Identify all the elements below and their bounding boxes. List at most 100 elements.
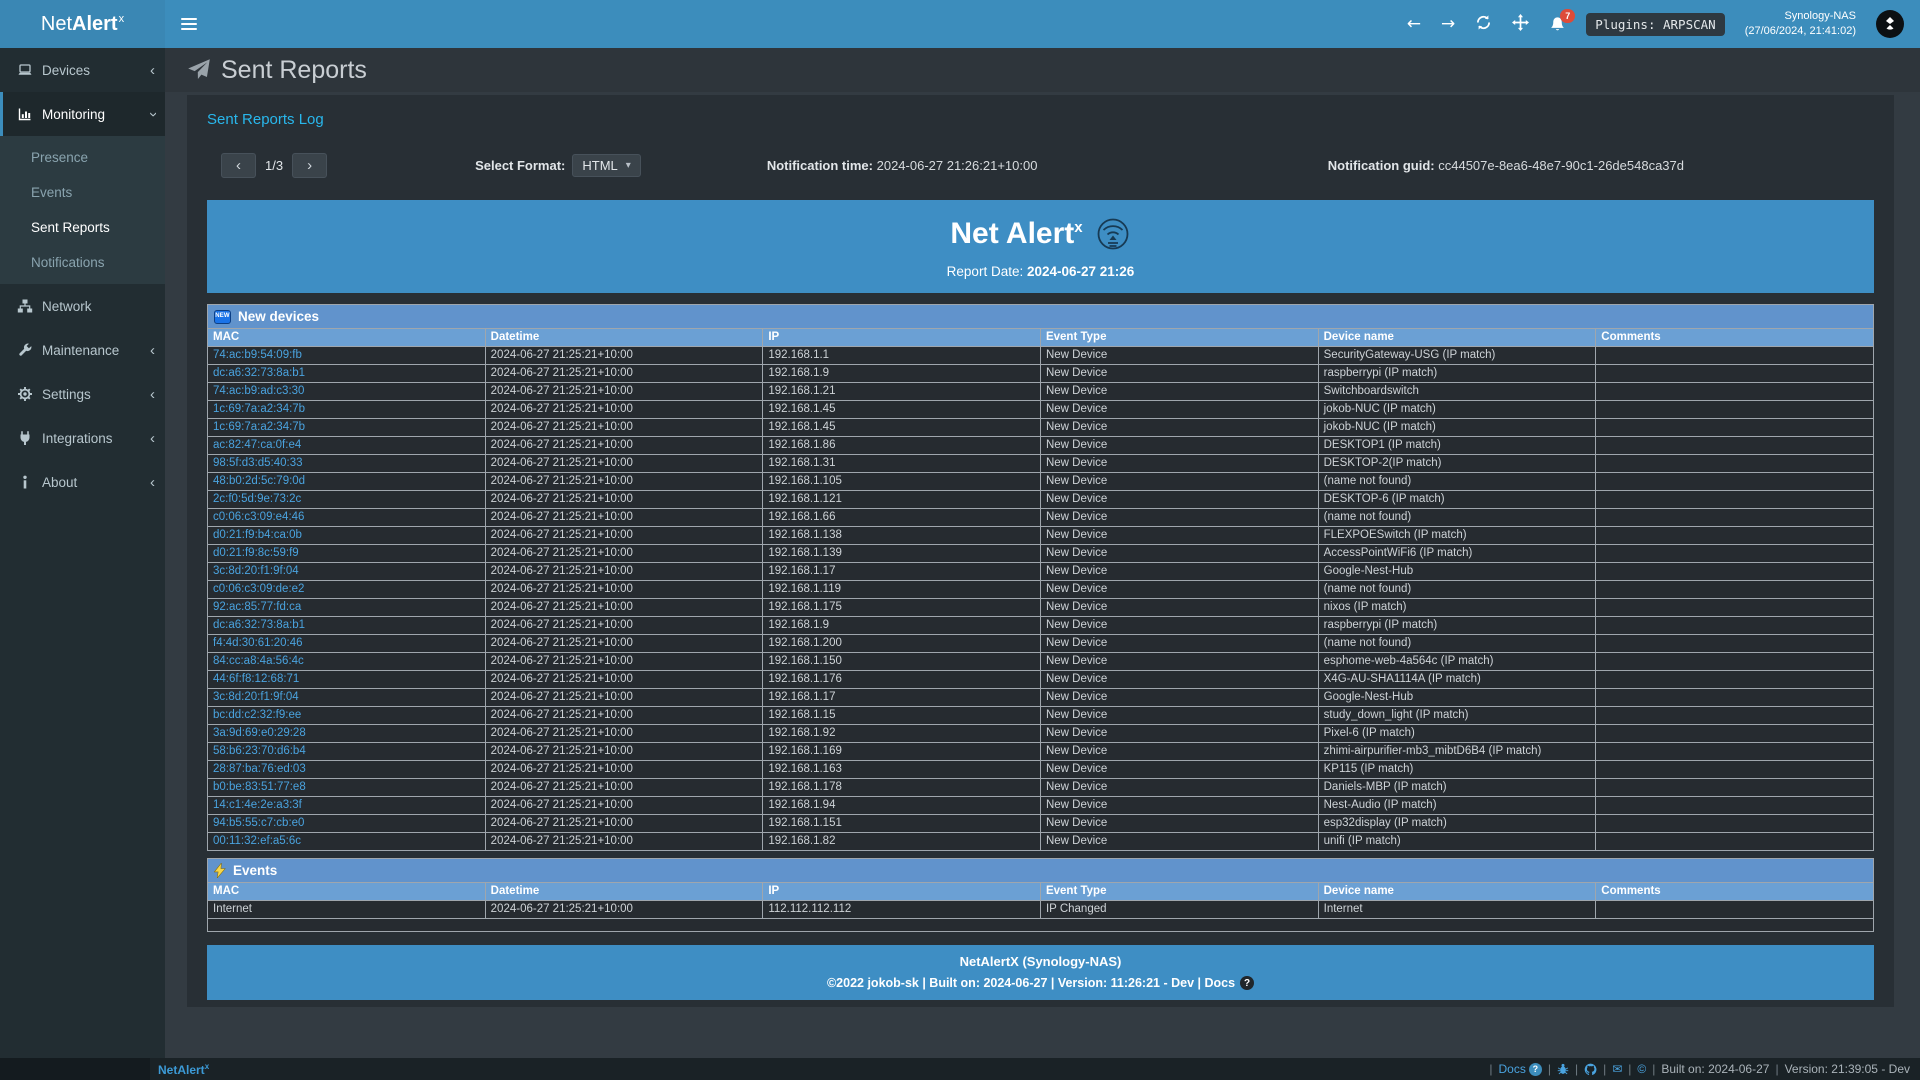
mac-cell: b0:be:83:51:77:e8	[208, 779, 486, 797]
mac-link[interactable]: 98:5f:d3:d5:40:33	[213, 457, 303, 469]
event-type-cell: New Device	[1040, 473, 1318, 491]
events-title: Events	[233, 863, 277, 878]
gear-icon	[15, 386, 35, 402]
mac-cell: c0:06:c3:09:e4:46	[208, 509, 486, 527]
mac-link[interactable]: 3c:8d:20:f1:9f:04	[213, 565, 299, 577]
datetime-cell: 2024-06-27 21:25:21+10:00	[485, 779, 763, 797]
bug-report-link[interactable]	[1557, 1063, 1569, 1075]
sidebar-item-devices[interactable]: Devices ‹	[0, 48, 165, 92]
github-link[interactable]	[1584, 1063, 1597, 1076]
comments-cell	[1596, 419, 1874, 437]
app-logo[interactable]: NetAlertx	[0, 0, 165, 48]
device-name-cell: raspberrypi (IP match)	[1318, 617, 1596, 635]
event-type-cell: New Device	[1040, 365, 1318, 383]
mac-link[interactable]: ac:82:47:ca:0f:e4	[213, 439, 301, 451]
mac-link[interactable]: 1c:69:7a:a2:34:7b	[213, 421, 305, 433]
mac-link[interactable]: c0:06:c3:09:de:e2	[213, 583, 304, 595]
notifications-bell-button[interactable]: 7	[1549, 16, 1566, 33]
plugins-status-pill[interactable]: Plugins: ARPSCAN	[1586, 13, 1724, 36]
sidebar-subitem-sent-reports[interactable]: Sent Reports	[0, 210, 165, 245]
status-bar: NetAlertx | Docs? | | | ✉ | © | Built on…	[0, 1058, 1920, 1080]
ip-cell: 192.168.1.121	[763, 491, 1041, 509]
event-type-cell: New Device	[1040, 725, 1318, 743]
license-link[interactable]: ©	[1637, 1062, 1646, 1076]
device-name-cell: DESKTOP-6 (IP match)	[1318, 491, 1596, 509]
question-circle-icon[interactable]: ?	[1240, 976, 1254, 990]
mac-link[interactable]: 3a:9d:69:e0:29:28	[213, 727, 306, 739]
next-page-button[interactable]: ›	[292, 153, 327, 178]
ip-cell: 192.168.1.92	[763, 725, 1041, 743]
mac-link[interactable]: bc:dd:c2:32:f9:ee	[213, 709, 301, 721]
sidebar-item-network[interactable]: Network	[0, 284, 165, 328]
refresh-icon[interactable]	[1475, 14, 1492, 35]
device-name-cell: jokob-NUC (IP match)	[1318, 401, 1596, 419]
column-header: IP	[763, 883, 1041, 901]
mac-link[interactable]: d0:21:f9:8c:59:f9	[213, 547, 299, 559]
statusbar-brand-link[interactable]: NetAlertx	[158, 1062, 209, 1077]
comments-cell	[1596, 689, 1874, 707]
mac-link[interactable]: 74:ac:b9:54:09:fb	[213, 349, 302, 361]
forward-arrow-icon[interactable]: →	[1441, 16, 1455, 33]
built-on-text: Built on: 2024-06-27	[1661, 1062, 1769, 1076]
mac-link[interactable]: dc:a6:32:73:8a:b1	[213, 367, 305, 379]
statusbar-left-strip	[0, 1058, 150, 1080]
mac-link[interactable]: 2c:f0:5d:9e:73:2c	[213, 493, 301, 505]
sidebar-item-monitoring[interactable]: Monitoring ‹	[0, 92, 165, 136]
mac-cell: 74:ac:b9:ad:c3:30	[208, 383, 486, 401]
mac-link[interactable]: 48:b0:2d:5c:79:0d	[213, 475, 305, 487]
event-type-cell: New Device	[1040, 437, 1318, 455]
mac-link[interactable]: 74:ac:b9:ad:c3:30	[213, 385, 304, 397]
datetime-cell: 2024-06-27 21:25:21+10:00	[485, 599, 763, 617]
table-row: c0:06:c3:09:de:e22024-06-27 21:25:21+10:…	[208, 581, 1874, 599]
sidebar-subitem-presence[interactable]: Presence	[0, 140, 165, 175]
mac-link[interactable]: b0:be:83:51:77:e8	[213, 781, 306, 793]
mac-link[interactable]: dc:a6:32:73:8a:b1	[213, 619, 305, 631]
mac-link[interactable]: 84:cc:a8:4a:56:4c	[213, 655, 304, 667]
move-pane-icon[interactable]	[1512, 14, 1529, 35]
comments-cell	[1596, 581, 1874, 599]
mac-cell: d0:21:f9:8c:59:f9	[208, 545, 486, 563]
events-section-header: Events	[208, 859, 1874, 883]
comments-cell	[1596, 347, 1874, 365]
email-link[interactable]: ✉	[1612, 1062, 1622, 1076]
host-info: Synology-NAS (27/06/2024, 21:41:02)	[1745, 9, 1856, 39]
sidebar-toggle-button[interactable]	[165, 0, 213, 48]
sidebar-item-settings[interactable]: Settings ‹	[0, 372, 165, 416]
device-name-cell: Pixel-6 (IP match)	[1318, 725, 1596, 743]
mac-link[interactable]: 00:11:32:ef:a5:6c	[213, 835, 301, 847]
sidebar-subitem-notifications[interactable]: Notifications	[0, 245, 165, 280]
datetime-cell: 2024-06-27 21:25:21+10:00	[485, 545, 763, 563]
mac-link[interactable]: f4:4d:30:61:20:46	[213, 637, 303, 649]
sidebar-item-label: Devices	[42, 63, 90, 78]
mac-link[interactable]: 94:b5:55:c7:cb:e0	[213, 817, 304, 829]
sent-reports-log-link[interactable]: Sent Reports Log	[207, 111, 324, 128]
mac-cell: 14:c1:4e:2e:a3:3f	[208, 797, 486, 815]
sidebar-item-about[interactable]: About ‹	[0, 460, 165, 504]
mac-link[interactable]: 58:b6:23:70:d6:b4	[213, 745, 306, 757]
mac-link[interactable]: d0:21:f9:b4:ca:0b	[213, 529, 302, 541]
table-row: 74:ac:b9:54:09:fb2024-06-27 21:25:21+10:…	[208, 347, 1874, 365]
mac-link[interactable]: 44:6f:f8:12:68:71	[213, 673, 299, 685]
sidebar-item-label: Settings	[42, 387, 91, 402]
format-select[interactable]: HTML ▾	[572, 154, 640, 177]
comments-cell	[1596, 901, 1874, 919]
page-header: Sent Reports	[165, 48, 1920, 92]
sidebar-item-integrations[interactable]: Integrations ‹	[0, 416, 165, 460]
sidebar-subitem-events[interactable]: Events	[0, 175, 165, 210]
prev-page-button[interactable]: ‹	[221, 153, 256, 178]
event-type-cell: New Device	[1040, 347, 1318, 365]
mac-link[interactable]: 14:c1:4e:2e:a3:3f	[213, 799, 302, 811]
back-arrow-icon[interactable]: ←	[1407, 16, 1421, 33]
mac-link[interactable]: 1c:69:7a:a2:34:7b	[213, 403, 305, 415]
mac-link[interactable]: 28:87:ba:76:ed:03	[213, 763, 306, 775]
table-row: 44:6f:f8:12:68:712024-06-27 21:25:21+10:…	[208, 671, 1874, 689]
mac-link[interactable]: 3c:8d:20:f1:9f:04	[213, 691, 299, 703]
mac-link[interactable]: 92:ac:85:77:fd:ca	[213, 601, 301, 613]
main-content: Sent Reports Sent Reports Log ‹ 1/3 › Se…	[165, 48, 1920, 1058]
mac-link[interactable]: c0:06:c3:09:e4:46	[213, 511, 304, 523]
docs-link[interactable]: Docs?	[1499, 1062, 1542, 1076]
user-avatar[interactable]	[1876, 10, 1904, 38]
page-title: Sent Reports	[221, 56, 367, 85]
select-chevron-icon: ▾	[626, 160, 631, 171]
sidebar-item-maintenance[interactable]: Maintenance ‹	[0, 328, 165, 372]
